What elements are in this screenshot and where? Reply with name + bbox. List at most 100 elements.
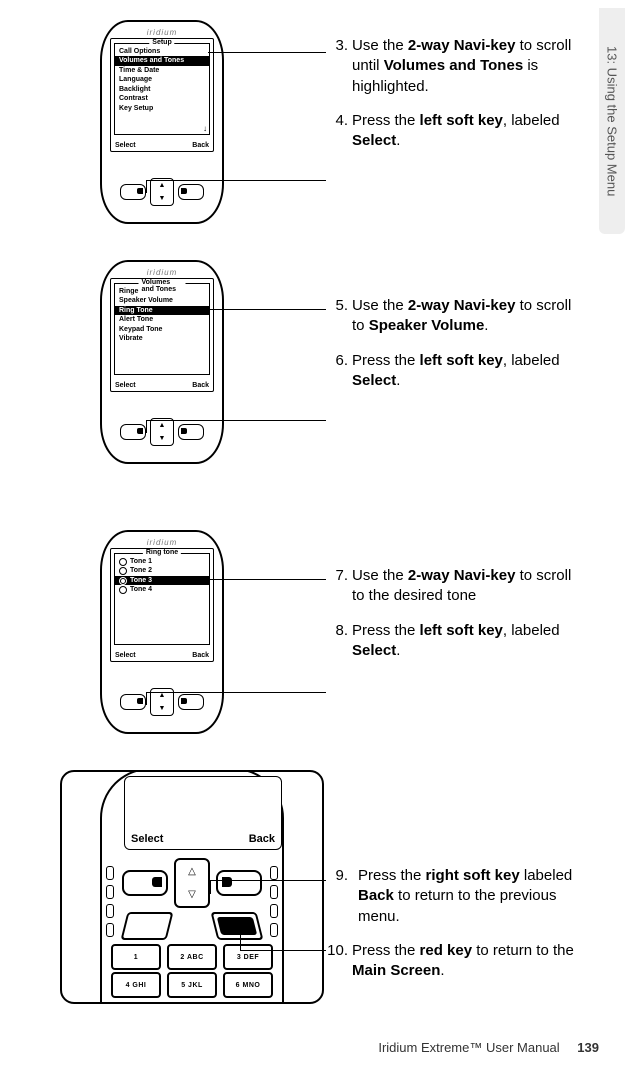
manual-page: 13: Using the Setup Menu iridium Setup C…	[0, 0, 639, 1065]
ringtone-menu-list: Tone 1 Tone 2 Tone 3 Tone 4	[115, 554, 209, 595]
softkey-select-label: Select	[131, 833, 163, 845]
softkey-select-label: Select	[115, 142, 136, 149]
callout-line	[146, 692, 147, 705]
step-7: 7. Use the 2-way Navi-key to scroll to t…	[326, 566, 586, 607]
page-number: 139	[577, 1040, 599, 1055]
left-softkey-button[interactable]	[120, 424, 146, 440]
callout-line	[210, 880, 326, 881]
side-pill-icon	[106, 866, 114, 880]
callout-line	[146, 420, 326, 421]
instruction-block-1: 3. Use the 2-way Navi-key to scroll unti…	[326, 36, 586, 165]
instruction-block-4: 9. Press the right soft key labeled Back…	[326, 866, 576, 995]
right-softkey-button[interactable]	[178, 424, 204, 440]
softkey-select-label: Select	[115, 382, 136, 389]
red-end-key[interactable]	[211, 912, 264, 940]
menu-item[interactable]: Speaker Volume	[115, 296, 209, 305]
menu-item[interactable]: Alert Tone	[115, 315, 209, 324]
instruction-block-2: 5. Use the 2-way Navi-key to scroll to S…	[326, 296, 586, 405]
menu-item[interactable]: Call Options	[115, 47, 209, 56]
scroll-down-icon: ↓	[203, 124, 207, 133]
side-pill-icon	[270, 866, 278, 880]
softkey-back-label: Back	[192, 652, 209, 659]
keypad-5[interactable]: 5 JKL	[167, 972, 217, 998]
brand-logo: iridium	[110, 268, 214, 277]
callout-line	[208, 52, 326, 53]
callout-line	[240, 930, 241, 950]
chapter-side-tab: 13: Using the Setup Menu	[599, 8, 625, 234]
keypad-6[interactable]: 6 MNO	[223, 972, 273, 998]
menu-item[interactable]: Keypad Tone	[115, 325, 209, 334]
brand-logo: iridium	[110, 28, 214, 37]
menu-item-highlighted[interactable]: Ring Tone	[115, 306, 209, 315]
chapter-label: 13: Using the Setup Menu	[605, 46, 620, 196]
menu-item[interactable]: Time & Date	[115, 66, 209, 75]
menu-item-highlighted[interactable]: Volumes and Tones	[115, 56, 209, 65]
keypad-4[interactable]: 4 GHI	[111, 972, 161, 998]
setup-menu-list: Call Options Volumes and Tones Time & Da…	[115, 44, 209, 113]
right-softkey-button[interactable]	[178, 184, 204, 200]
side-pill-icon	[106, 885, 114, 899]
step-4: 4. Press the left soft key, labeled Sele…	[326, 111, 586, 152]
callout-line	[146, 180, 326, 181]
menu-item[interactable]: Key Setup	[115, 104, 209, 113]
side-pill-icon	[106, 904, 114, 918]
softkey-select-label: Select	[115, 652, 136, 659]
step-9: 9. Press the right soft key labeled Back…	[326, 866, 576, 927]
side-pill-icon	[106, 923, 114, 937]
softkey-back-label: Back	[192, 382, 209, 389]
menu-item[interactable]: Backlight	[115, 85, 209, 94]
menu-item[interactable]: Language	[115, 75, 209, 84]
phone-illustration-setup: iridium Setup Call Options Volumes and T…	[100, 20, 220, 220]
phone-illustration-volumes: iridium Volumes and Tones Ringer Volume …	[100, 260, 220, 460]
manual-title: Iridium Extreme™ User Manual	[378, 1040, 559, 1055]
instruction-block-3: 7. Use the 2-way Navi-key to scroll to t…	[326, 566, 586, 675]
navi-key[interactable]: ▲▼	[150, 418, 174, 446]
softkey-back-label: Back	[249, 833, 275, 845]
keypad-3[interactable]: 3 DEF	[223, 944, 273, 970]
screen-title: Volumes and Tones	[139, 279, 186, 293]
step-8: 8. Press the left soft key, labeled Sele…	[326, 621, 586, 662]
keypad-1[interactable]: 1	[111, 944, 161, 970]
side-pill-icon	[270, 923, 278, 937]
radio-option[interactable]: Tone 4	[115, 585, 209, 594]
radio-icon	[119, 558, 127, 566]
keypad-2[interactable]: 2 ABC	[167, 944, 217, 970]
callout-line	[210, 880, 211, 894]
left-softkey-button[interactable]	[120, 184, 146, 200]
menu-item[interactable]: Vibrate	[115, 334, 209, 343]
radio-icon	[119, 577, 127, 585]
brand-logo: iridium	[110, 538, 214, 547]
left-softkey-button[interactable]	[120, 694, 146, 710]
callout-line	[208, 579, 326, 580]
screen-title: Ring tone	[143, 549, 181, 556]
navi-key[interactable]: ▲▼	[150, 178, 174, 206]
navi-key[interactable]: △▽	[174, 858, 210, 908]
radio-option[interactable]: Tone 1	[115, 557, 209, 566]
softkey-back-label: Back	[192, 142, 209, 149]
phone-illustration-keypad: Select Back △▽	[60, 770, 324, 1004]
page-footer: Iridium Extreme™ User Manual 139	[378, 1040, 599, 1055]
radio-option[interactable]: Tone 2	[115, 566, 209, 575]
side-pill-icon	[270, 904, 278, 918]
step-10: 10. Press the red key to return to the M…	[326, 941, 576, 982]
step-6: 6. Press the left soft key, labeled Sele…	[326, 351, 586, 392]
callout-line	[146, 692, 326, 693]
callout-line	[146, 180, 147, 193]
right-softkey-button[interactable]	[178, 694, 204, 710]
right-softkey-button[interactable]	[216, 870, 262, 896]
step-5: 5. Use the 2-way Navi-key to scroll to S…	[326, 296, 586, 337]
screen-title: Setup	[149, 39, 174, 46]
step-3: 3. Use the 2-way Navi-key to scroll unti…	[326, 36, 586, 97]
menu-item[interactable]: Contrast	[115, 94, 209, 103]
side-buttons-left	[106, 866, 114, 937]
green-call-key[interactable]	[121, 912, 174, 940]
left-softkey-button[interactable]	[122, 870, 168, 896]
callout-line	[146, 420, 147, 433]
side-buttons-right	[270, 866, 278, 937]
side-pill-icon	[270, 885, 278, 899]
radio-icon	[119, 567, 127, 575]
callout-line	[240, 950, 326, 951]
phone-screen: Select Back	[124, 776, 282, 850]
radio-icon	[119, 586, 127, 594]
radio-option-highlighted[interactable]: Tone 3	[115, 576, 209, 585]
